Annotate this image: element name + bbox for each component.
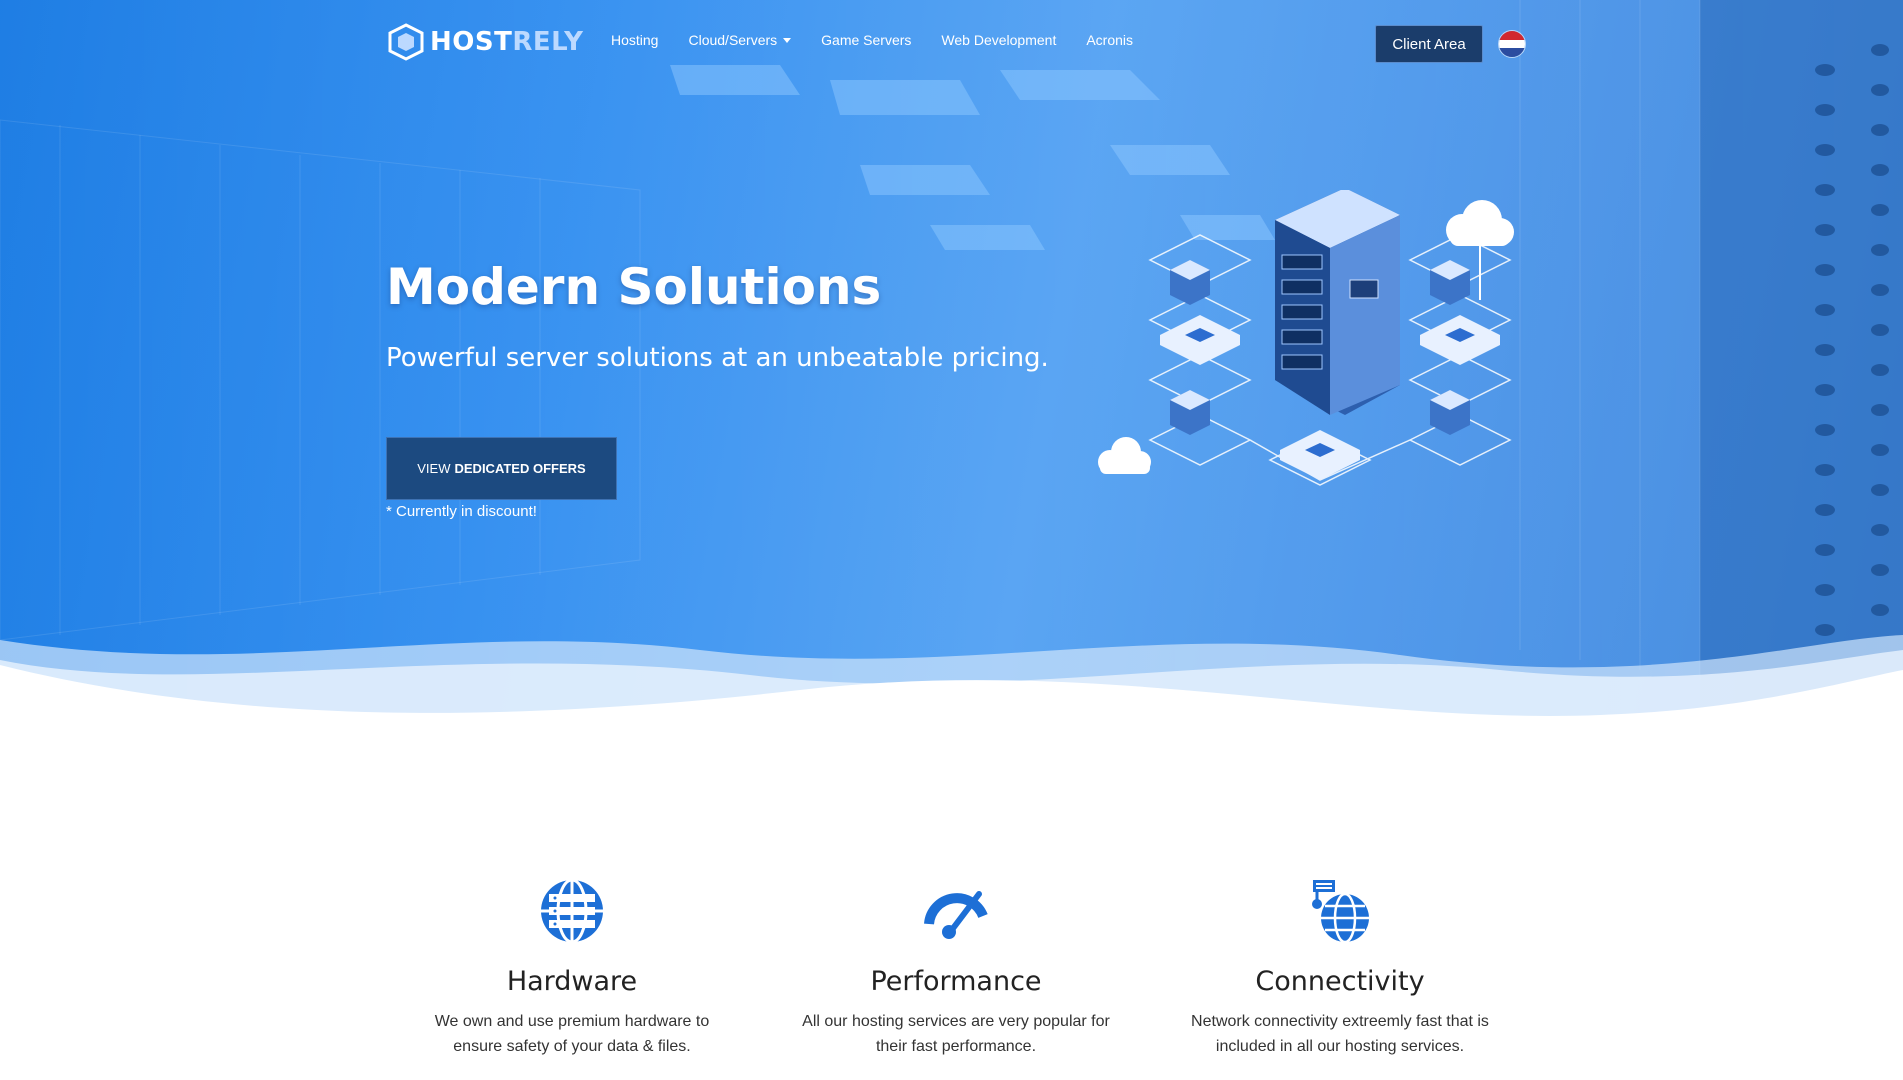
cta-prefix: VIEW xyxy=(417,461,451,476)
chevron-down-icon xyxy=(783,37,792,43)
view-dedicated-offers-button[interactable]: VIEW DEDICATED OFFERS xyxy=(386,437,617,500)
nav-acronis[interactable]: Acronis xyxy=(1086,32,1133,48)
nav-cloud-servers[interactable]: Cloud/Servers xyxy=(688,32,792,48)
nav-game-servers[interactable]: Game Servers xyxy=(821,32,911,48)
hero-subtitle: Powerful server solutions at an unbeatab… xyxy=(386,343,1049,373)
hero-wave-divider xyxy=(0,635,1903,740)
cta-bold: DEDICATED OFFERS xyxy=(454,461,586,476)
nav-hosting[interactable]: Hosting xyxy=(611,32,658,48)
feature-text: Network connectivity extreemly fast that… xyxy=(1191,1013,1489,1055)
discount-note: * Currently in discount! xyxy=(386,503,537,520)
feature-text: All our hosting services are very popula… xyxy=(802,1013,1110,1055)
feature-text: We own and use premium hardware to ensur… xyxy=(434,1013,710,1055)
nav-web-development[interactable]: Web Development xyxy=(941,32,1056,48)
feature-title: Performance xyxy=(870,966,1042,997)
server-network-illustration xyxy=(1098,190,1514,486)
language-flag-icon[interactable] xyxy=(1498,30,1526,58)
feature-connectivity: Connectivity Network connectivity extree… xyxy=(1160,876,1520,1059)
feature-title: Hardware xyxy=(506,966,638,997)
hero-title: Modern Solutions xyxy=(386,258,882,316)
speedometer-icon xyxy=(924,891,988,939)
feature-title: Connectivity xyxy=(1255,966,1425,997)
feature-hardware: Hardware We own and use premium hardware… xyxy=(392,876,752,1059)
main-nav: Hosting Cloud/Servers Game Servers Web D… xyxy=(611,32,1133,48)
network-globe-icon xyxy=(1312,880,1369,944)
feature-performance: Performance All our hosting services are… xyxy=(776,876,1136,1059)
brand-logo[interactable]: HOSTRELY xyxy=(388,22,583,62)
logo-cube-icon xyxy=(388,23,424,61)
client-area-button[interactable]: Client Area xyxy=(1375,25,1483,63)
globe-server-icon xyxy=(541,878,603,944)
hero-section: HOSTRELY Hosting Cloud/Servers Game Serv… xyxy=(0,0,1903,740)
brand-name: HOSTRELY xyxy=(430,27,584,57)
nav-cloud-servers-label: Cloud/Servers xyxy=(688,32,778,48)
